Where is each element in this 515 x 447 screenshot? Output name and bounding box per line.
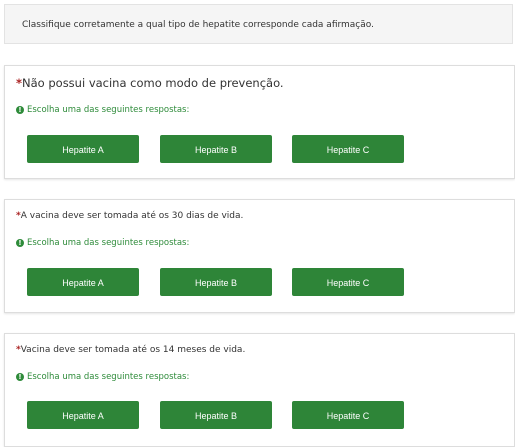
hint: ! Escolha uma das seguintes respostas: — [16, 105, 189, 115]
option-hepatite-b[interactable]: Hepatite B — [160, 268, 272, 296]
hint: ! Escolha uma das seguintes respostas: — [16, 238, 189, 248]
hint: ! Escolha uma das seguintes respostas: — [16, 372, 189, 382]
exclamation-icon: ! — [16, 373, 24, 381]
option-hepatite-b[interactable]: Hepatite B — [160, 401, 272, 429]
question-label: Não possui vacina como modo de prevenção… — [22, 76, 284, 90]
question-3: *Vacina deve ser tomada até os 14 meses … — [4, 333, 515, 447]
hint-text: Escolha uma das seguintes respostas: — [27, 238, 190, 248]
instructions-text: Classifique corretamente a qual tipo de … — [22, 20, 374, 30]
option-hepatite-a[interactable]: Hepatite A — [27, 135, 139, 163]
instructions-banner: Classifique corretamente a qual tipo de … — [4, 4, 513, 44]
option-hepatite-c[interactable]: Hepatite C — [292, 401, 404, 429]
question-label: Vacina deve ser tomada até os 14 meses d… — [20, 345, 246, 355]
question-text: *Não possui vacina como modo de prevençã… — [16, 76, 284, 90]
option-hepatite-a[interactable]: Hepatite A — [27, 268, 139, 296]
question-2: *A vacina deve ser tomada até os 30 dias… — [4, 199, 515, 313]
exclamation-icon: ! — [16, 106, 24, 114]
option-hepatite-c[interactable]: Hepatite C — [292, 135, 404, 163]
hint-text: Escolha uma das seguintes respostas: — [27, 372, 190, 382]
question-label: A vacina deve ser tomada até os 30 dias … — [20, 211, 244, 221]
option-hepatite-a[interactable]: Hepatite A — [27, 401, 139, 429]
question-1: *Não possui vacina como modo de prevençã… — [4, 65, 515, 179]
question-text: *Vacina deve ser tomada até os 14 meses … — [16, 345, 245, 355]
option-hepatite-b[interactable]: Hepatite B — [160, 135, 272, 163]
exclamation-icon: ! — [16, 239, 24, 247]
option-hepatite-c[interactable]: Hepatite C — [292, 268, 404, 296]
hint-text: Escolha uma das seguintes respostas: — [27, 105, 190, 115]
question-text: *A vacina deve ser tomada até os 30 dias… — [16, 211, 243, 221]
